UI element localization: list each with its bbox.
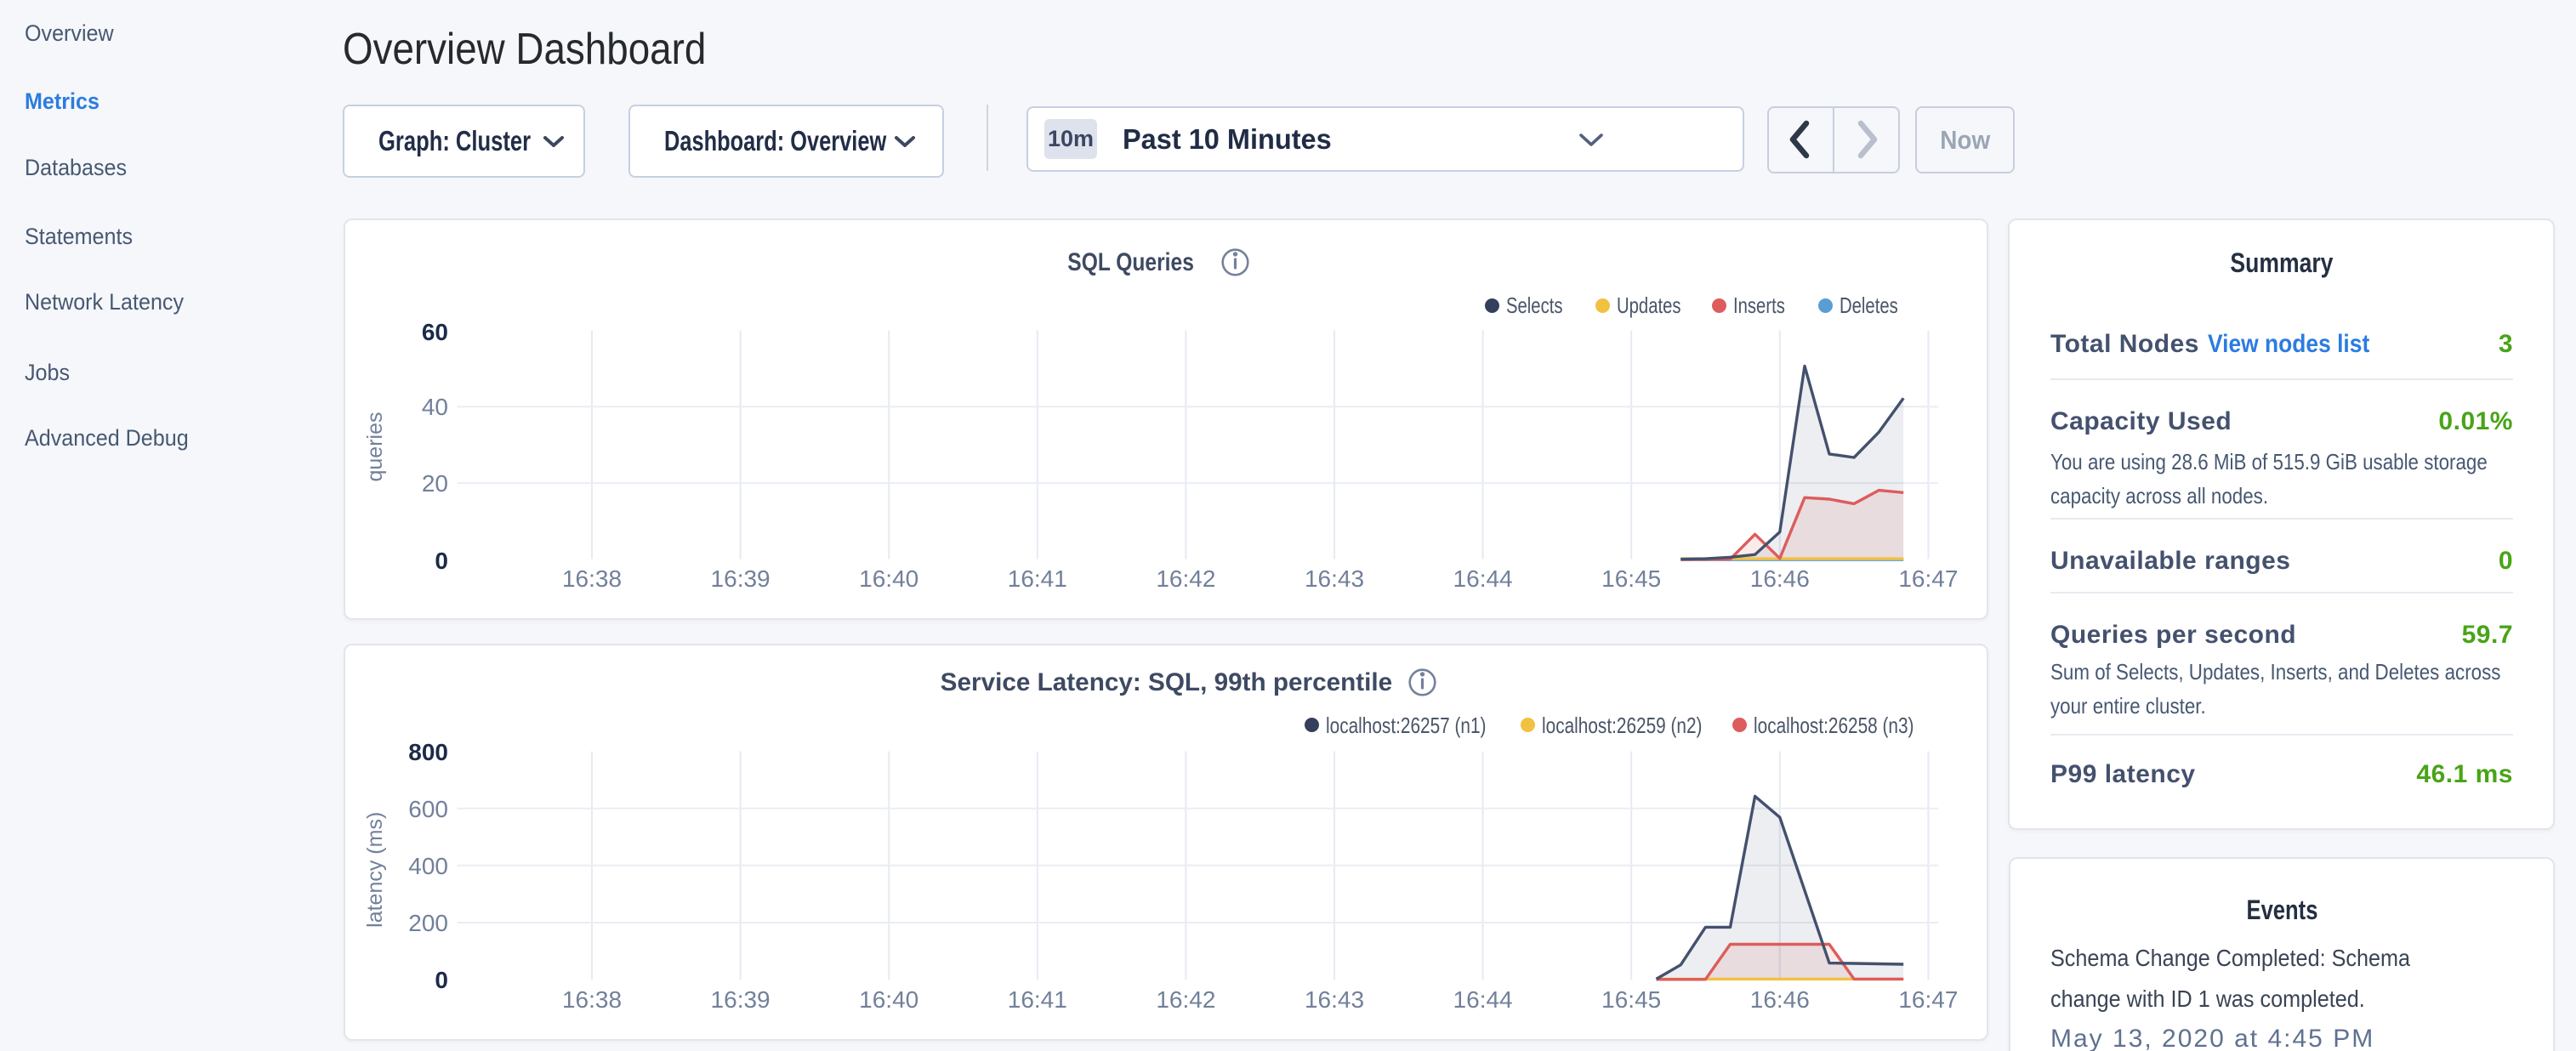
svg-text:16:39: 16:39 bbox=[711, 565, 771, 592]
svg-text:16:45: 16:45 bbox=[1601, 986, 1661, 1013]
svg-text:800: 800 bbox=[408, 739, 448, 765]
svg-text:16:47: 16:47 bbox=[1898, 565, 1958, 592]
svg-text:16:40: 16:40 bbox=[859, 986, 918, 1013]
svg-text:0: 0 bbox=[435, 548, 448, 574]
svg-text:16:39: 16:39 bbox=[711, 986, 771, 1013]
svg-text:40: 40 bbox=[422, 394, 448, 420]
svg-text:queries: queries bbox=[363, 412, 387, 482]
svg-text:16:43: 16:43 bbox=[1305, 986, 1364, 1013]
svg-text:16:45: 16:45 bbox=[1601, 565, 1661, 592]
svg-text:16:42: 16:42 bbox=[1156, 565, 1215, 592]
svg-text:16:41: 16:41 bbox=[1008, 986, 1067, 1013]
svg-text:0: 0 bbox=[435, 967, 448, 993]
svg-text:16:47: 16:47 bbox=[1898, 986, 1958, 1013]
svg-text:latency (ms): latency (ms) bbox=[363, 812, 387, 928]
svg-text:400: 400 bbox=[408, 853, 448, 879]
svg-text:16:46: 16:46 bbox=[1750, 565, 1810, 592]
svg-text:16:41: 16:41 bbox=[1008, 565, 1067, 592]
svg-text:16:38: 16:38 bbox=[562, 986, 622, 1013]
svg-text:16:42: 16:42 bbox=[1156, 986, 1215, 1013]
svg-text:16:44: 16:44 bbox=[1453, 565, 1513, 592]
svg-text:16:46: 16:46 bbox=[1750, 986, 1810, 1013]
svg-text:20: 20 bbox=[422, 470, 448, 497]
svg-text:60: 60 bbox=[422, 319, 448, 345]
svg-text:16:44: 16:44 bbox=[1453, 986, 1513, 1013]
svg-text:16:38: 16:38 bbox=[562, 565, 622, 592]
svg-text:200: 200 bbox=[408, 910, 448, 936]
svg-text:16:43: 16:43 bbox=[1305, 565, 1364, 592]
svg-text:600: 600 bbox=[408, 796, 448, 822]
svg-text:16:40: 16:40 bbox=[859, 565, 918, 592]
